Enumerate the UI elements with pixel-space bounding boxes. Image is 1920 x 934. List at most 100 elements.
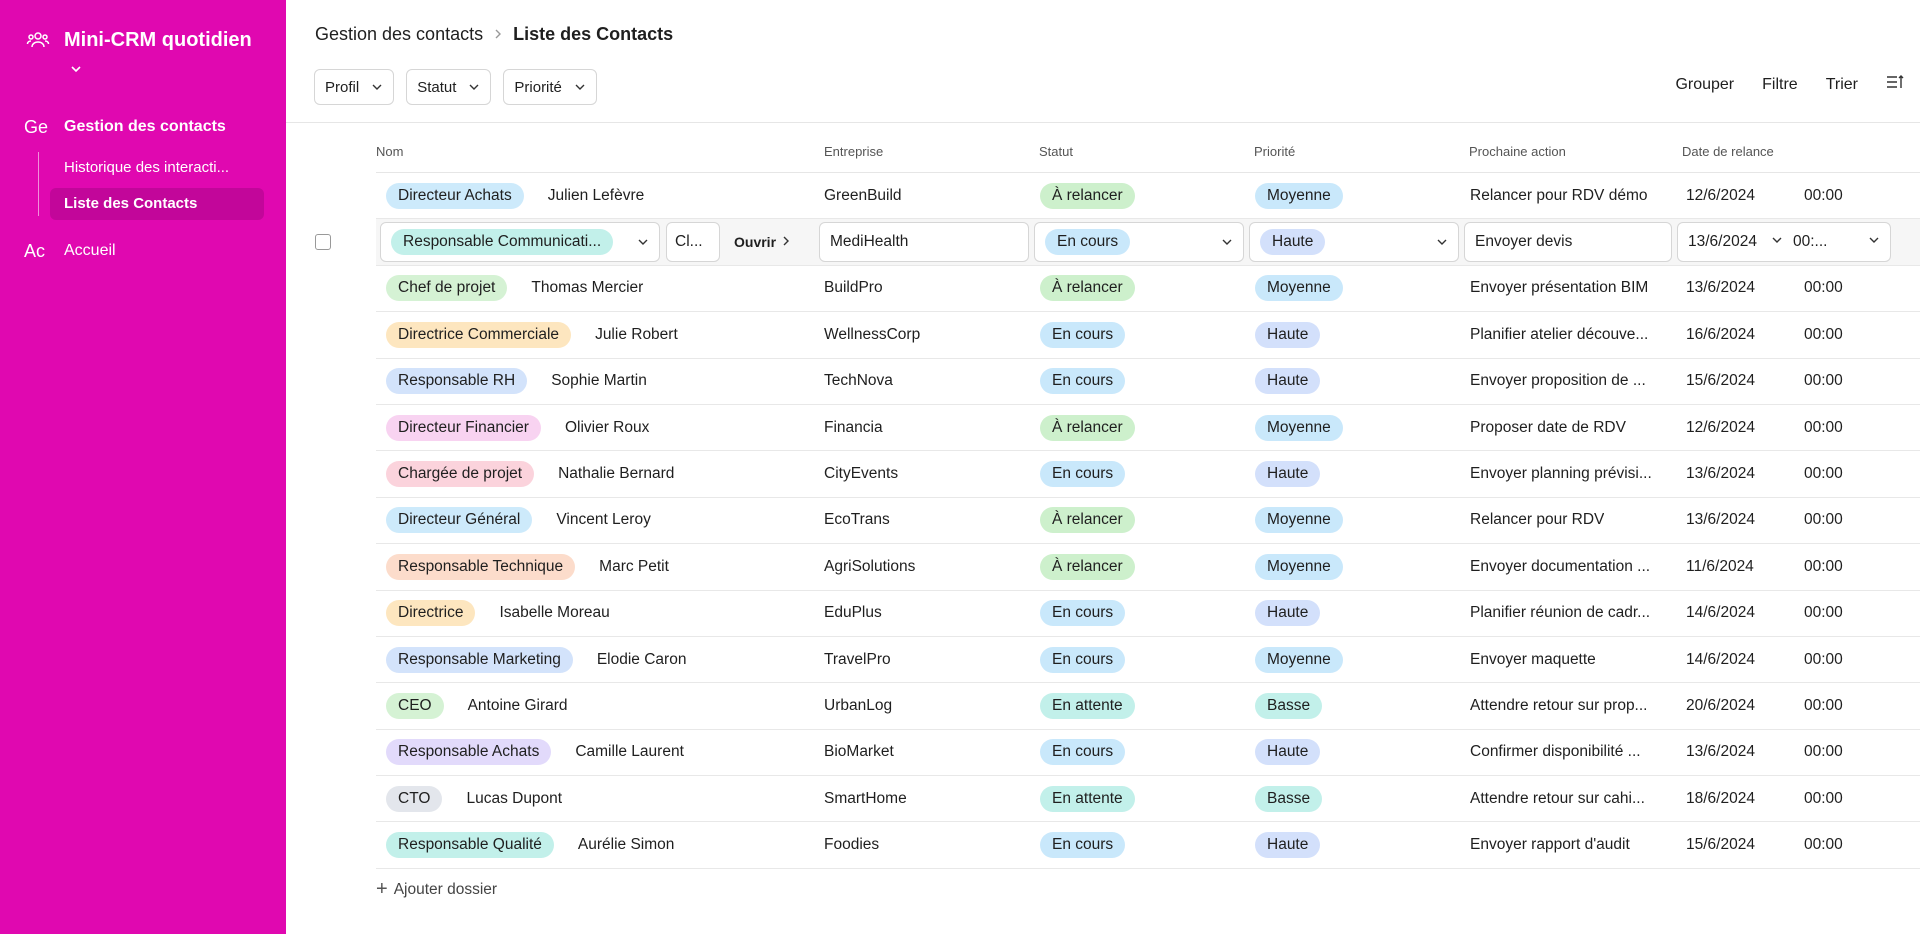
cell-date-relance[interactable]: 18/6/2024: [1686, 776, 1796, 821]
cell-heure-relance[interactable]: 00:00: [1804, 498, 1864, 543]
cell-prochaine-action[interactable]: Confirmer disponibilité ...: [1470, 730, 1664, 775]
cell-statut[interactable]: En attente: [1040, 683, 1240, 728]
breadcrumb-parent[interactable]: Gestion des contacts: [315, 24, 483, 45]
cell-prochaine-action[interactable]: Envoyer présentation BIM: [1470, 266, 1664, 311]
cell-prochaine-action[interactable]: Relancer pour RDV démo: [1470, 173, 1664, 218]
cell-entreprise[interactable]: CityEvents: [824, 451, 1024, 496]
column-header-prochaine-action[interactable]: Prochaine action: [1469, 144, 1566, 159]
cell-priorite[interactable]: Haute: [1255, 359, 1455, 404]
cell-prochaine-action[interactable]: Planifier atelier découve...: [1470, 312, 1664, 357]
cell-nom[interactable]: Directeur Achats Julien Lefèvre: [386, 173, 826, 218]
cell-heure-relance[interactable]: 00:00: [1804, 776, 1864, 821]
cell-nom[interactable]: Responsable Technique Marc Petit: [386, 544, 826, 589]
cell-heure-relance[interactable]: 00:00: [1804, 451, 1864, 496]
cell-priorite[interactable]: Moyenne: [1255, 637, 1455, 682]
cell-entreprise[interactable]: TechNova: [824, 359, 1024, 404]
cell-heure-relance[interactable]: 00:00: [1804, 822, 1864, 867]
cell-priorite[interactable]: Moyenne: [1255, 266, 1455, 311]
cell-date-relance[interactable]: 13/6/2024: [1686, 730, 1796, 775]
cell-priorite[interactable]: Basse: [1255, 683, 1455, 728]
cell-prochaine-action[interactable]: Attendre retour sur prop...: [1470, 683, 1664, 728]
cell-nom[interactable]: Chargée de projet Nathalie Bernard: [386, 451, 826, 496]
cell-statut[interactable]: En cours: [1040, 359, 1240, 404]
cell-prochaine-action[interactable]: Envoyer planning prévisi...: [1470, 451, 1664, 496]
sort-button[interactable]: Trier: [1826, 76, 1858, 94]
cell-prochaine-action[interactable]: Relancer pour RDV: [1470, 498, 1664, 543]
cell-priorite[interactable]: Haute: [1255, 312, 1455, 357]
cell-heure-relance[interactable]: 00:00: [1804, 637, 1864, 682]
cell-priorite[interactable]: Haute: [1255, 591, 1455, 636]
cell-entreprise[interactable]: TravelPro: [824, 637, 1024, 682]
cell-priorite[interactable]: Moyenne: [1255, 405, 1455, 450]
cell-entreprise[interactable]: BuildPro: [824, 266, 1024, 311]
group-button[interactable]: Grouper: [1675, 76, 1734, 94]
cell-statut[interactable]: À relancer: [1040, 266, 1240, 311]
nav-item-gestion-contacts[interactable]: Ge Gestion des contacts: [0, 110, 286, 144]
table-row[interactable]: Directeur Général Vincent Leroy EcoTrans À …: [376, 498, 1920, 545]
cell-priorite[interactable]: Basse: [1255, 776, 1455, 821]
cell-statut[interactable]: À relancer: [1040, 498, 1240, 543]
cell-statut[interactable]: En cours: [1040, 730, 1240, 775]
chevron-down-icon[interactable]: [1868, 233, 1880, 251]
cell-statut[interactable]: À relancer: [1040, 544, 1240, 589]
cell-nom[interactable]: CTO Lucas Dupont: [386, 776, 826, 821]
cell-nom[interactable]: Responsable RH Sophie Martin: [386, 359, 826, 404]
table-row-editing[interactable]: Responsable Communicati... Cl... Ouvrir Med…: [315, 219, 1920, 266]
cell-entreprise[interactable]: EcoTrans: [824, 498, 1024, 543]
cell-nom[interactable]: Responsable Achats Camille Laurent: [386, 730, 826, 775]
cell-statut[interactable]: En cours: [1040, 451, 1240, 496]
cell-date-relance[interactable]: 11/6/2024: [1686, 544, 1796, 589]
cell-date-relance[interactable]: 14/6/2024: [1686, 591, 1796, 636]
table-row[interactable]: Directrice Isabelle Moreau EduPlus En cours…: [376, 591, 1920, 637]
cell-priorite[interactable]: Haute: [1255, 822, 1455, 867]
table-row[interactable]: Responsable Technique Marc Petit AgriSolut…: [376, 544, 1920, 591]
date-time-picker[interactable]: 13/6/2024 00:...: [1677, 222, 1891, 263]
row-checkbox[interactable]: [315, 234, 331, 251]
cell-date-relance[interactable]: 12/6/2024: [1686, 405, 1796, 450]
cell-priorite[interactable]: Haute: [1255, 451, 1455, 496]
sidebar-item-historique[interactable]: Historique des interacti...: [50, 152, 264, 184]
table-row[interactable]: Directeur Achats Julien Lefèvre GreenBuild…: [376, 173, 1920, 220]
cell-priorite[interactable]: Moyenne: [1255, 498, 1455, 543]
filter-priorite-button[interactable]: Priorité: [503, 69, 597, 105]
cell-priorite[interactable]: Moyenne: [1255, 173, 1455, 218]
cell-heure-relance[interactable]: 00:00: [1804, 312, 1864, 357]
cell-heure-relance[interactable]: 00:00: [1804, 591, 1864, 636]
table-row[interactable]: CTO Lucas Dupont SmartHome En attente Basse A…: [376, 776, 1920, 823]
cell-statut[interactable]: En cours: [1040, 637, 1240, 682]
filter-profil-button[interactable]: Profil: [314, 69, 395, 105]
cell-entreprise[interactable]: WellnessCorp: [824, 312, 1024, 357]
table-row[interactable]: Responsable Marketing Elodie Caron TravelP…: [376, 637, 1920, 684]
table-row[interactable]: Responsable Achats Camille Laurent BioMark…: [376, 730, 1920, 777]
cell-prochaine-action[interactable]: Attendre retour sur cahi...: [1470, 776, 1664, 821]
cell-prochaine-action[interactable]: Planifier réunion de cadr...: [1470, 591, 1664, 636]
cell-date-relance[interactable]: 15/6/2024: [1686, 822, 1796, 867]
table-row[interactable]: Directrice Commerciale Julie Robert Wellne…: [376, 312, 1920, 359]
app-brand[interactable]: Mini-CRM quotidien: [26, 26, 252, 73]
cell-entreprise[interactable]: SmartHome: [824, 776, 1024, 821]
chevron-down-icon[interactable]: [1771, 233, 1783, 251]
add-record-button[interactable]: + Ajouter dossier: [376, 878, 497, 901]
cell-nom[interactable]: Directrice Commerciale Julie Robert: [386, 312, 826, 357]
cell-entreprise[interactable]: Foodies: [824, 822, 1024, 867]
next-action-input[interactable]: Envoyer devis: [1464, 222, 1672, 263]
column-header-priorite[interactable]: Priorité: [1254, 144, 1295, 159]
cell-entreprise[interactable]: AgriSolutions: [824, 544, 1024, 589]
filter-button[interactable]: Filtre: [1762, 76, 1798, 94]
cell-prochaine-action[interactable]: Envoyer maquette: [1470, 637, 1664, 682]
cell-entreprise[interactable]: UrbanLog: [824, 683, 1024, 728]
cell-nom[interactable]: Directrice Isabelle Moreau: [386, 591, 826, 636]
table-row[interactable]: CEO Antoine Girard UrbanLog En attente Basse…: [376, 683, 1920, 730]
cell-date-relance[interactable]: 13/6/2024: [1686, 451, 1796, 496]
cell-prochaine-action[interactable]: Envoyer documentation ...: [1470, 544, 1664, 589]
cell-heure-relance[interactable]: 00:00: [1804, 405, 1864, 450]
cell-statut[interactable]: En cours: [1040, 591, 1240, 636]
cell-entreprise[interactable]: GreenBuild: [824, 173, 1024, 218]
cell-priorite[interactable]: Haute: [1255, 730, 1455, 775]
cell-date-relance[interactable]: 14/6/2024: [1686, 637, 1796, 682]
columns-settings-icon[interactable]: [1886, 74, 1904, 95]
cell-statut[interactable]: En attente: [1040, 776, 1240, 821]
column-header-entreprise[interactable]: Entreprise: [824, 144, 883, 159]
cell-priorite[interactable]: Moyenne: [1255, 544, 1455, 589]
cell-nom[interactable]: Responsable Marketing Elodie Caron: [386, 637, 826, 682]
